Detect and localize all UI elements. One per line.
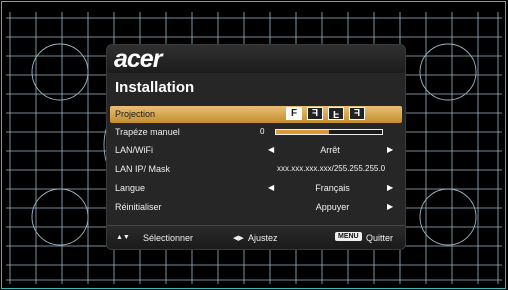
menu-key-icon: MENU (335, 232, 362, 241)
quit-hint: Quitter (366, 233, 394, 243)
select-hint: Sélectionner (143, 233, 194, 243)
projection-label: Projection (115, 109, 156, 119)
lan-wifi-label: LAN/WiFi (115, 145, 153, 155)
keystone-slider-fill (276, 130, 329, 134)
lan-ip-value: xxx.xxx.xxx.xxx/255.255.255.0 (276, 164, 386, 173)
reset-value[interactable]: Appuyer (300, 202, 365, 212)
lan-ip-label: LAN IP/ Mask (115, 164, 171, 174)
keystone-value: 0 (260, 127, 265, 136)
left-right-arrows-icon: ◀▶ (233, 235, 244, 242)
osd-footer: ▲▼ Sélectionner ◀▶ Ajustez MENU Quitter (107, 225, 405, 249)
acer-logo: acer (114, 45, 162, 73)
arrow-left-icon[interactable]: ◀ (268, 145, 274, 154)
menu-row-lan-wifi[interactable]: LAN/WiFi ◀ Arrêt ▶ (110, 142, 402, 159)
keystone-slider[interactable] (275, 129, 383, 135)
language-label: Langue (115, 183, 146, 193)
lan-wifi-value: Arrêt (320, 145, 340, 155)
menu-row-keystone[interactable]: Trapéze manuel 0 (110, 124, 402, 141)
arrow-left-icon[interactable]: ◀ (268, 183, 274, 192)
projection-rear-ceiling-icon[interactable]: F (349, 107, 365, 120)
keystone-label: Trapéze manuel (115, 127, 180, 137)
projection-front-desktop-icon[interactable]: F (286, 107, 302, 120)
adjust-hint: Ajustez (248, 233, 278, 243)
projection-front-ceiling-icon[interactable]: F (307, 107, 323, 120)
menu-row-reset[interactable]: Réinitialiser Appuyer ▶ (110, 199, 402, 216)
projection-rear-desktop-icon[interactable]: F (328, 107, 344, 120)
arrow-right-icon[interactable]: ▶ (387, 145, 393, 154)
menu-row-language[interactable]: Langue ◀ Français ▶ (110, 180, 402, 197)
arrow-right-icon[interactable]: ▶ (387, 202, 393, 211)
up-down-arrows-icon: ▲▼ (116, 234, 130, 241)
brand-bar: acer (107, 45, 405, 73)
menu-title: Installation (115, 79, 195, 96)
arrow-right-icon[interactable]: ▶ (387, 183, 393, 192)
menu-row-projection[interactable]: Projection F F F F (110, 106, 402, 123)
osd-menu: acer Installation Projection F F F F Tra… (107, 45, 405, 249)
language-value: Français (315, 183, 350, 193)
reset-label: Réinitialiser (115, 202, 162, 212)
menu-row-lan-ip: LAN IP/ Mask xxx.xxx.xxx.xxx/255.255.255… (110, 161, 402, 178)
projector-screen: acer Installation Projection F F F F Tra… (0, 0, 508, 290)
